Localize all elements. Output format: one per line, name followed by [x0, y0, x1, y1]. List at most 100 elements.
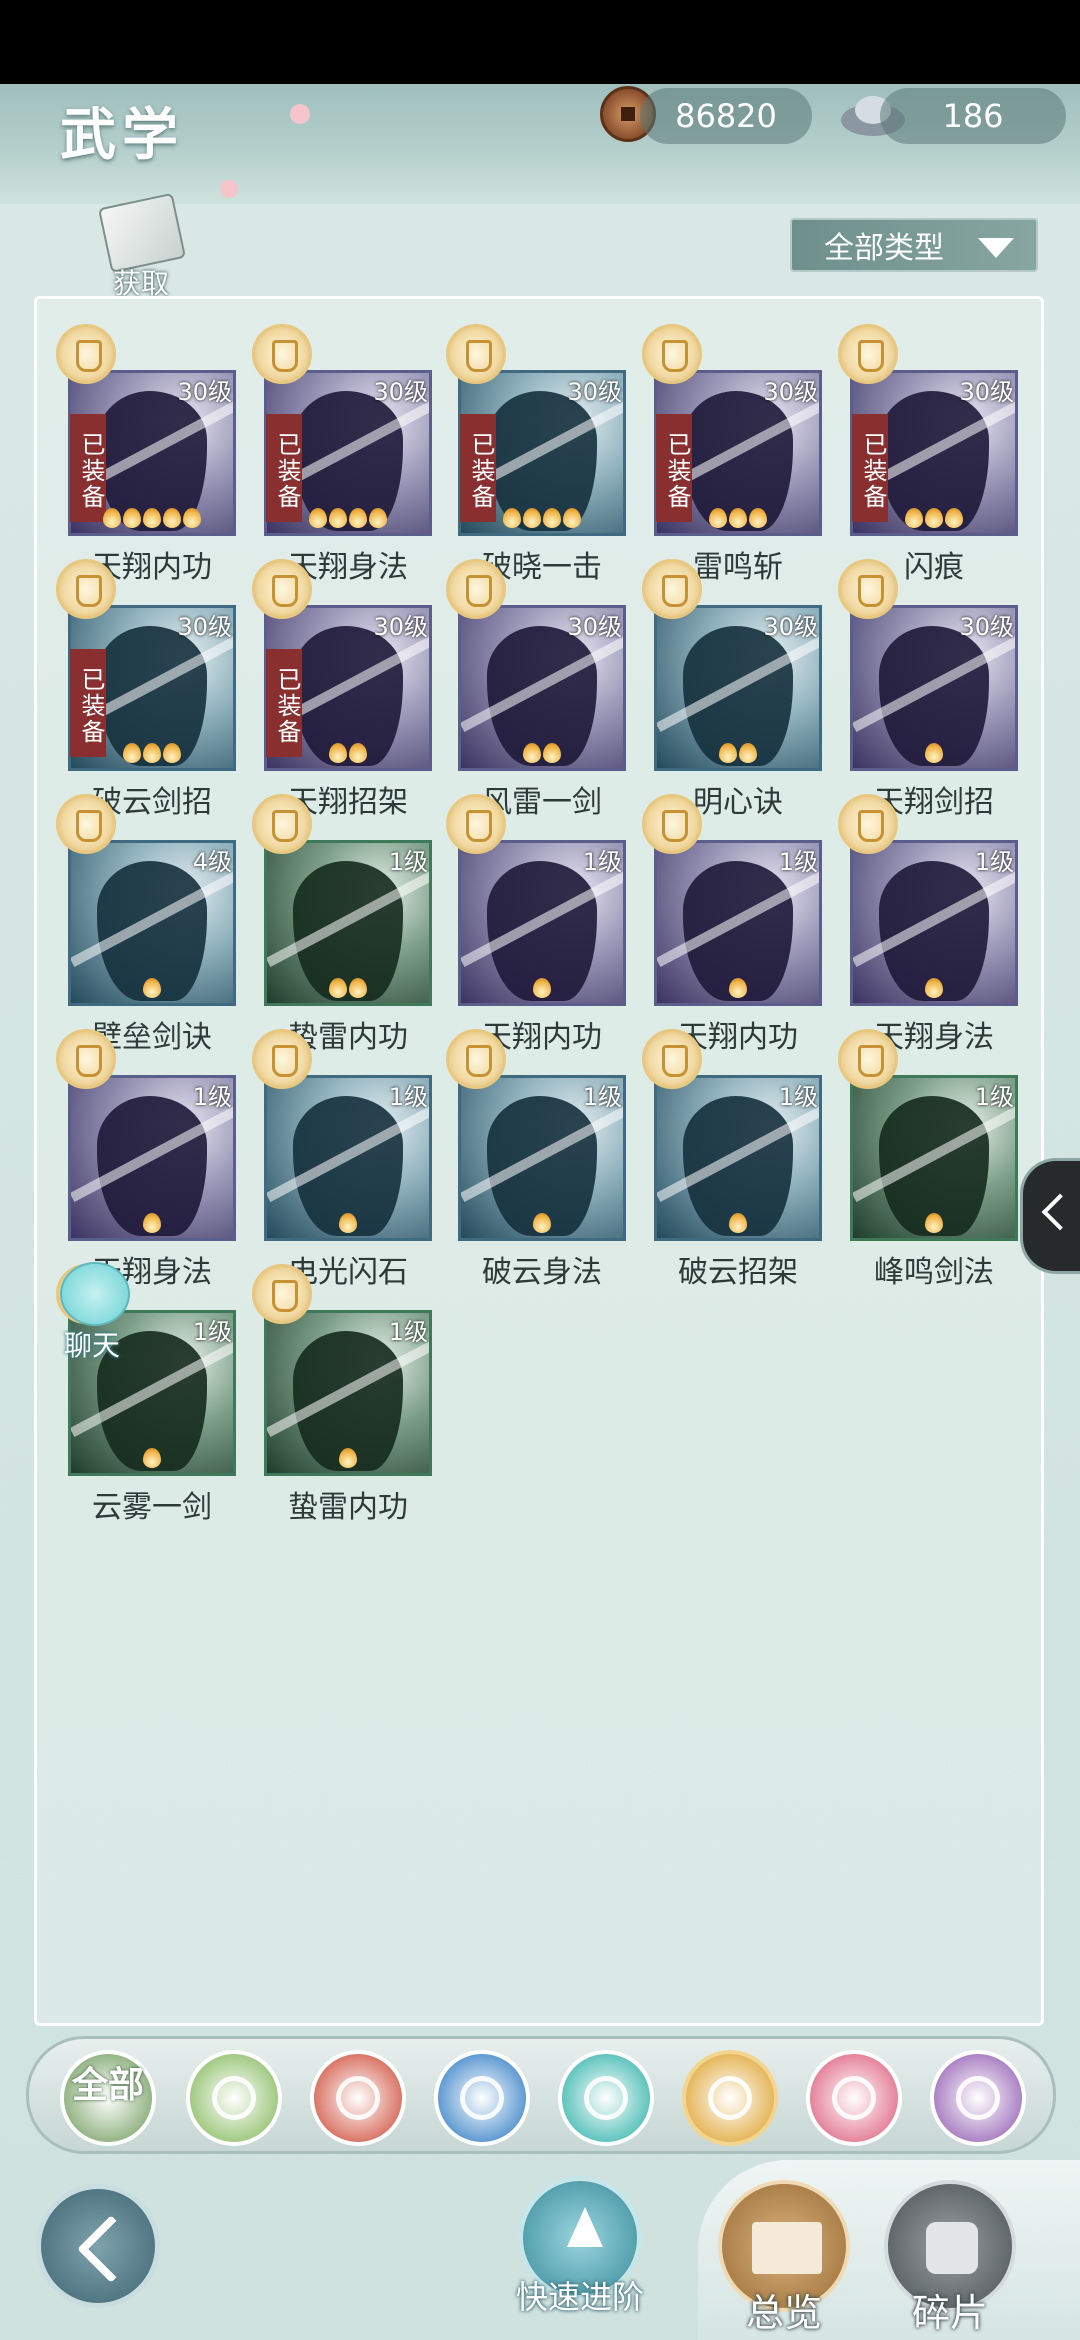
flame-star-icon [369, 508, 387, 528]
shield-badge-icon [838, 324, 898, 384]
chat-label: 聊天 [63, 1329, 120, 1362]
star-rating [458, 978, 626, 1002]
flame-star-icon [349, 978, 367, 998]
flame-star-icon [729, 508, 747, 528]
filter-wave-icon[interactable] [434, 2050, 530, 2146]
star-rating [68, 508, 236, 532]
skill-card[interactable]: 30级 已装备 天翔身法 [252, 324, 432, 585]
moon-glyph [832, 2076, 876, 2120]
shield-badge-icon [56, 794, 116, 854]
filter-all-icon[interactable]: 全部 [60, 2050, 156, 2146]
back-button[interactable] [36, 2184, 160, 2308]
filter-sword-icon[interactable] [186, 2050, 282, 2146]
flame-star-icon [543, 508, 561, 528]
flame-star-icon [349, 743, 367, 763]
sword-glyph [212, 2076, 256, 2120]
flame-star-icon [563, 508, 581, 528]
flame-star-icon [329, 978, 347, 998]
skill-card[interactable]: 1级 天翔身法 [56, 1029, 236, 1290]
skill-card[interactable]: 30级 已装备 天翔招架 [252, 559, 432, 820]
flame-star-icon [749, 508, 767, 528]
flame-star-icon [523, 508, 541, 528]
star-rating [264, 743, 432, 767]
fire-glyph [336, 2076, 380, 2120]
chat-icon [60, 1262, 130, 1326]
skill-card[interactable]: 1级 天翔内功 [642, 794, 822, 1055]
flame-star-icon [143, 1448, 161, 1468]
skill-card[interactable]: 1级 破云招架 [642, 1029, 822, 1290]
skill-card[interactable]: 1级 蛰雷内功 [252, 794, 432, 1055]
skill-card[interactable]: 30级 天翔剑招 [838, 559, 1018, 820]
skill-level: 30级 [177, 378, 232, 406]
skill-card[interactable]: 30级 明心诀 [642, 559, 822, 820]
skill-level: 1级 [388, 1083, 428, 1111]
flame-star-icon [925, 978, 943, 998]
flame-star-icon [925, 743, 943, 763]
equipped-tag: 已装备 [656, 414, 692, 522]
filter-butterfly-icon[interactable] [558, 2050, 654, 2146]
skill-card[interactable]: 1级 天翔身法 [838, 794, 1018, 1055]
flame-star-icon [729, 978, 747, 998]
shield-badge-icon [252, 794, 312, 854]
skill-card[interactable]: 1级 电光闪石 [252, 1029, 432, 1290]
star-rating [264, 1213, 432, 1237]
flame-star-icon [339, 1448, 357, 1468]
skill-card[interactable]: 30级 已装备 天翔内功 [56, 324, 236, 585]
shield-badge-icon [642, 559, 702, 619]
equipped-tag: 已装备 [852, 414, 888, 522]
shield-badge-icon [642, 1029, 702, 1089]
skill-card[interactable]: 30级 已装备 破云剑招 [56, 559, 236, 820]
skill-level: 30级 [763, 378, 818, 406]
shield-badge-icon [838, 559, 898, 619]
star-rating [458, 508, 626, 532]
skill-card[interactable]: 30级 已装备 破晓一击 [446, 324, 626, 585]
flame-star-icon [163, 743, 181, 763]
filter-fire-icon[interactable] [310, 2050, 406, 2146]
star-rating [654, 743, 822, 767]
skill-card[interactable]: 1级峰鸣剑法 [838, 1029, 1018, 1290]
skill-level: 30级 [177, 613, 232, 641]
skill-name: 峰鸣剑法 [874, 1255, 994, 1290]
skill-card[interactable]: 1级 天翔内功 [446, 794, 626, 1055]
star-rating [264, 508, 432, 532]
star-rating [850, 1213, 1018, 1237]
skill-level: 30级 [373, 378, 428, 406]
filter-moon-icon[interactable] [806, 2050, 902, 2146]
skill-card[interactable]: 1级 破云身法 [446, 1029, 626, 1290]
star-rating [850, 508, 1018, 532]
flame-star-icon [339, 1213, 357, 1233]
flame-star-icon [329, 743, 347, 763]
shield-badge-icon [838, 1029, 898, 1089]
flame-star-icon [533, 1213, 551, 1233]
skill-level: 1级 [974, 848, 1014, 876]
skill-card[interactable]: 30级 已装备 闪痕 [838, 324, 1018, 585]
filter-rose-icon[interactable] [930, 2050, 1026, 2146]
star-rating [654, 1213, 822, 1237]
skill-name: 破云身法 [482, 1255, 602, 1290]
flame-star-icon [123, 508, 141, 528]
filter-shield-icon[interactable] [682, 2050, 778, 2146]
skill-name: 云雾一剑 [92, 1490, 212, 1525]
flame-star-icon [729, 1213, 747, 1233]
skill-level: 30级 [567, 613, 622, 641]
chat-button[interactable]: 聊天 [40, 1262, 144, 1362]
skill-level: 1级 [778, 1083, 818, 1111]
skill-card[interactable]: 30级 已装备 雷鸣斩 [642, 324, 822, 585]
shield-badge-icon [642, 324, 702, 384]
shield-badge-icon [446, 1029, 506, 1089]
skill-level: 30级 [763, 613, 818, 641]
skill-name: 蛰雷内功 [288, 1490, 408, 1525]
star-rating [68, 1213, 236, 1237]
skill-level: 1级 [192, 1083, 232, 1111]
skill-level: 1级 [778, 848, 818, 876]
skill-card[interactable]: 1级 蛰雷内功 [252, 1264, 432, 1525]
skill-card[interactable]: 4级 壁垒剑诀 [56, 794, 236, 1055]
shield-badge-icon [56, 324, 116, 384]
flame-star-icon [523, 743, 541, 763]
skill-level: 1级 [388, 848, 428, 876]
flame-star-icon [349, 508, 367, 528]
shield-badge-icon [642, 794, 702, 854]
side-panel-toggle[interactable] [1020, 1158, 1080, 1274]
skill-card[interactable]: 30级 风雷一剑 [446, 559, 626, 820]
skill-level: 1级 [974, 1083, 1014, 1111]
